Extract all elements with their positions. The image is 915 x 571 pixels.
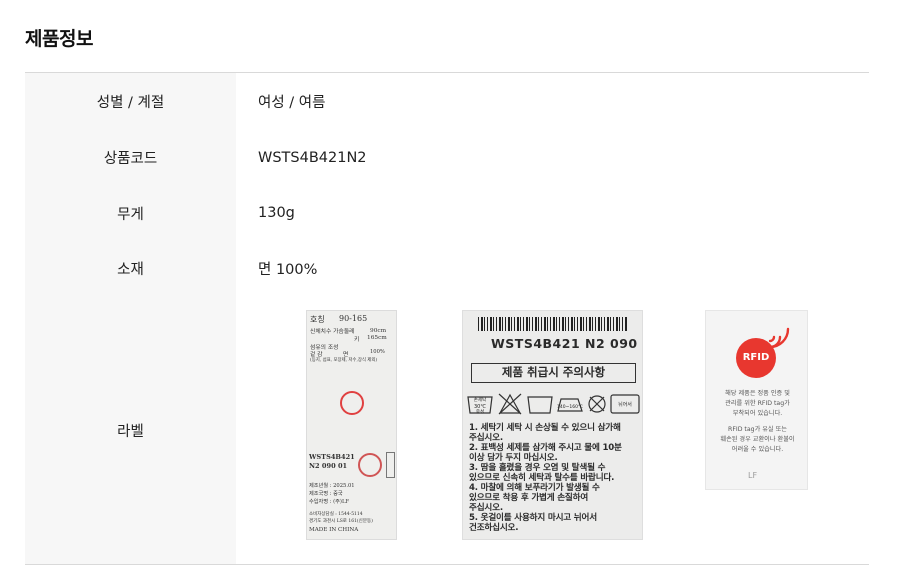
care-symbol-text: 손세탁: [474, 396, 486, 403]
rfid-text: RFID tag가 유실 또는: [728, 426, 787, 433]
label-images: 호칭 90-165 신체치수 가슴둘레 90cm 키 165cm 섬유의 조성 …: [236, 296, 869, 564]
label-text: 경기도 과천시 LS로 161(신분동): [309, 519, 373, 524]
rfid-text: 어려울 수 있습니다.: [731, 446, 784, 453]
label-text: WSTS4B421: [309, 453, 355, 461]
rfid-text: 관리를 위한 RFID tag가: [725, 400, 790, 407]
care-note: 3. 땀을 흘렸을 경우 오염 및 탈색될 수: [469, 463, 606, 473]
care-note: 4. 마찰에 의해 보푸라기가 발생될 수: [469, 483, 600, 493]
care-title: 제품 취급시 주의사항: [471, 363, 636, 383]
care-symbol-text: 뉘어서: [618, 401, 632, 408]
care-note: 주십시오.: [469, 433, 503, 443]
label-text: 90cm: [370, 328, 387, 334]
stamp-icon: [358, 453, 382, 477]
row-value: 130g: [258, 205, 295, 221]
barcode-icon: [478, 317, 628, 331]
rfid-tag-image: RFID 해당 제품은 정품 인증 및 관리를 위한 RFID tag가 부착되…: [705, 310, 808, 490]
care-note: 주십시오.: [469, 503, 503, 513]
care-note: 건조하십시오.: [469, 523, 519, 533]
rfid-badge: RFID: [736, 338, 776, 378]
care-symbols-icon: 손세탁 30℃ 중성 140~160℃ 뉘어서: [467, 393, 640, 415]
row-value: 면 100%: [258, 262, 318, 278]
label-text: (등지, 섬표, 포장제, 저수,장식 제외): [310, 358, 378, 363]
care-note: 있으므로 착용 후 가볍게 손질하여: [469, 493, 589, 503]
check-box-icon: [386, 452, 395, 478]
care-note: 이상 담가 두지 마십시오.: [469, 453, 558, 463]
row-value: 여성 / 여름: [258, 95, 326, 111]
label-text: 제조년월 : 2025.01: [309, 483, 355, 489]
rfid-text: 부착되어 있습니다.: [732, 410, 783, 417]
table-row: 무게 130g: [25, 185, 869, 241]
row-header: 상품코드: [25, 130, 236, 185]
label-text: MADE IN CHINA: [309, 527, 359, 533]
row-header: 소재: [25, 241, 236, 296]
rfid-text: 훼손된 경우 교환이나 환불이: [720, 436, 795, 443]
row-header: 라벨: [25, 296, 236, 564]
care-label-image: WSTS4B421 N2 090 제품 취급시 주의사항 손세탁 30℃ 중성: [462, 310, 643, 540]
care-note: 1. 세탁기 세탁 시 손상될 수 있으니 삼가해: [469, 423, 621, 433]
size-label-image: 호칭 90-165 신체치수 가슴둘레 90cm 키 165cm 섬유의 조성 …: [306, 310, 397, 540]
label-text: 90-165: [339, 314, 368, 323]
row-header: 성별 / 계절: [25, 73, 236, 130]
section-title: 제품정보: [25, 28, 93, 50]
care-note: 2. 표백성 세제를 삼가해 주시고 물에 10분: [469, 443, 622, 453]
table-row: 성별 / 계절 여성 / 여름: [25, 73, 869, 130]
table-row: 라벨 호칭 90-165 신체치수 가슴둘레 90cm 키 165cm 섬유의 …: [25, 296, 869, 564]
row-header: 무게: [25, 185, 236, 241]
label-code: WSTS4B421 N2 090: [491, 336, 638, 351]
table-row: 소재 면 100%: [25, 241, 869, 296]
label-text: 100%: [370, 349, 385, 355]
rfid-text: 해당 제품은 정품 인증 및: [725, 390, 790, 397]
label-text: 키: [354, 337, 360, 343]
product-info-table: 성별 / 계절 여성 / 여름 상품코드 WSTS4B421N2 무게 130g…: [25, 72, 869, 565]
label-text: 신체치수 가슴둘레: [310, 329, 355, 335]
label-text: 제조국명 : 중국: [309, 491, 343, 497]
label-text: 165cm: [367, 335, 387, 341]
brand-logo: LF: [748, 471, 758, 480]
row-value: WSTS4B421N2: [258, 149, 367, 166]
care-note: 있으므로 신속히 세탁과 탈수를 바랍니다.: [469, 473, 615, 483]
label-text: 소비자상담실 : 1544-5114: [309, 512, 363, 517]
label-text: N2 090 01: [309, 462, 348, 470]
care-symbol-text: 중성: [476, 408, 484, 415]
care-note: 5. 옷걸이를 사용하지 마시고 뉘어서: [469, 513, 597, 523]
stamp-icon: [340, 391, 364, 415]
care-symbol-text: 140~160℃: [557, 404, 583, 410]
table-row: 상품코드 WSTS4B421N2: [25, 130, 869, 185]
label-text: 호칭: [310, 315, 325, 324]
label-text: 수입자명 : (주)LF: [309, 499, 350, 505]
